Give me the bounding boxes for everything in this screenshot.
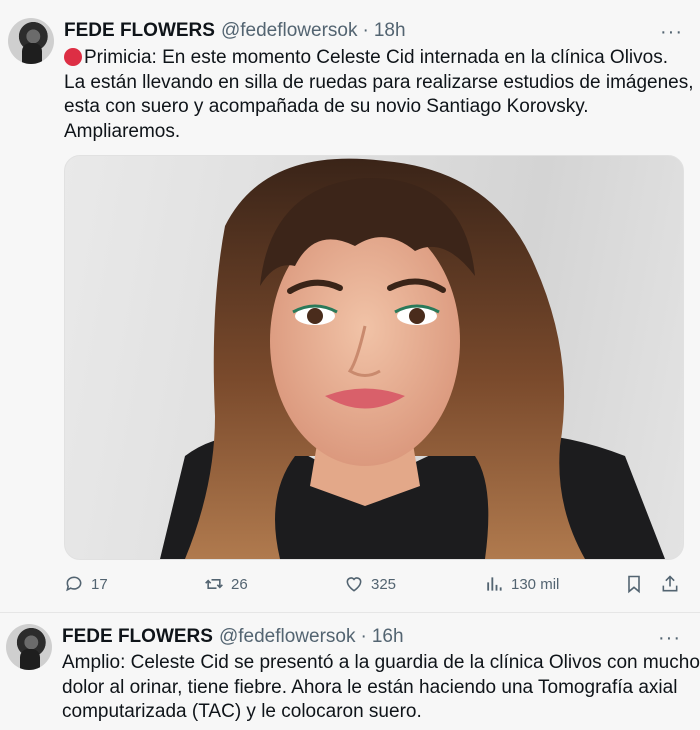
views-button[interactable]: 130 mil [484,574,559,594]
author-handle[interactable]: @fedeflowersok [221,20,358,42]
tweet-actions: 17 26 325 130 mil [64,574,684,600]
timestamp[interactable]: 18h [374,20,406,42]
tweet-text: Amplio: Celeste Cid se presentó a la gua… [62,651,700,725]
bookmark-icon [628,575,640,594]
share-button[interactable] [660,574,687,594]
separator: · [360,626,367,647]
tweet-line: Ampliaremos. [64,120,181,142]
more-icon[interactable]: ··· [658,628,681,648]
more-icon[interactable]: ··· [660,22,683,42]
red-circle-icon [64,48,82,66]
tweet-photo[interactable] [64,155,684,560]
avatar[interactable] [6,624,52,670]
reply-count: 17 [91,575,108,593]
author-name[interactable]: FEDE FLOWERS [64,20,215,42]
tweet-line: Amplio: Celeste Cid se presentó a la gua… [62,652,700,673]
author-name[interactable]: FEDE FLOWERS [62,626,213,648]
repost-icon [205,579,223,589]
like-button[interactable]: 325 [344,574,396,594]
tweet-line: computarizada (TAC) y le colocaron suero… [62,701,422,722]
repost-count: 26 [231,575,248,593]
tweet-text: Primicia: En este momento Celeste Cid in… [64,46,694,144]
tweet-line: La están llevando en silla de ruedas par… [64,71,694,93]
views-count: 130 mil [511,575,560,593]
tweet-line: dolor al orinar, tiene fiebre. Ahora le … [62,676,678,698]
views-chart-icon [487,577,502,591]
share-icon [662,575,678,592]
heart-icon [346,577,362,592]
reply-button[interactable]: 17 [64,574,108,594]
tweet-line: esta con suero y acompañada de su novio … [64,96,589,117]
bookmark-button[interactable] [624,574,651,594]
tweet-divider [0,612,700,613]
tweet-line: Primicia: En este momento Celeste Cid in… [64,46,694,71]
separator: · [362,20,369,41]
author-handle[interactable]: @fedeflowersok [219,626,356,648]
like-count: 325 [371,575,397,593]
repost-button[interactable]: 26 [204,574,248,594]
reply-icon [66,576,82,592]
avatar[interactable] [8,18,54,64]
timestamp[interactable]: 16h [372,626,404,648]
